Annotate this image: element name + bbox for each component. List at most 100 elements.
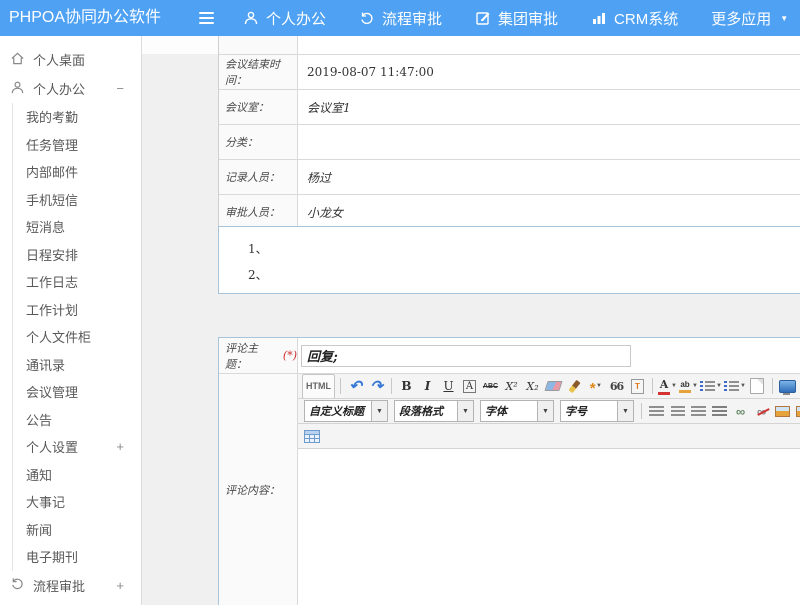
fullscreen-icon[interactable] — [778, 377, 797, 396]
strikethrough-button[interactable]: ABC — [481, 377, 500, 396]
hamburger-menu-icon[interactable] — [199, 12, 214, 24]
nav-label: 个人办公 — [266, 8, 326, 29]
html-source-button[interactable]: HTML — [302, 374, 335, 399]
font-color-button[interactable]: A▼ — [658, 377, 677, 396]
home-icon — [10, 51, 25, 69]
sidebar-item-label: 个人办公 — [33, 79, 85, 98]
nav-crm-system[interactable]: CRM系统 — [591, 8, 678, 29]
sidebar-item-task-management[interactable]: 任务管理 — [13, 131, 141, 159]
comment-subject-label: 评论主题： (*) — [219, 338, 298, 373]
sidebar-item-personal-desktop[interactable]: 个人桌面 — [0, 45, 141, 74]
sidebar-item-workflow-approval[interactable]: 流程审批 + — [0, 571, 141, 600]
align-right-icon[interactable] — [689, 402, 708, 421]
redo-icon[interactable] — [367, 377, 386, 396]
undo-icon[interactable] — [346, 377, 365, 396]
nav-label: CRM系统 — [614, 8, 678, 29]
expand-toggle[interactable]: + — [116, 439, 141, 454]
field-value: 杨过 — [298, 160, 800, 194]
sidebar-item-contacts[interactable]: 通讯录 — [13, 351, 141, 379]
user-icon — [10, 80, 25, 98]
sidebar-item-news[interactable]: 新闻 — [13, 516, 141, 544]
app-window: PHPOA协同办公软件 个人办公 流程审批 — [0, 0, 800, 605]
justify-icon[interactable] — [710, 402, 729, 421]
sidebar-item-announcement[interactable]: 公告 — [13, 406, 141, 434]
comment-subject-input[interactable] — [301, 345, 631, 367]
sidebar-item-work-log[interactable]: 工作日志 — [13, 268, 141, 296]
sidebar-subitems: 我的考勤 任务管理 内部邮件 手机短信 短消息 日程安排 工作日志 工作计划 个… — [12, 103, 141, 571]
sidebar: 个人桌面 个人办公 − 我的考勤 任务管理 内部邮件 手机短信 短消息 日程安排… — [0, 36, 142, 605]
table-row-recorder: 记录人员： 杨过 — [219, 160, 800, 195]
sidebar-item-personal-office[interactable]: 个人办公 − — [0, 74, 141, 103]
link-icon[interactable]: ∞ — [731, 402, 750, 421]
sidebar-item-label: 日程安排 — [26, 245, 78, 264]
font-box-button[interactable]: A — [460, 377, 479, 396]
sidebar-item-internal-mail[interactable]: 内部邮件 — [13, 158, 141, 186]
image-icon[interactable] — [773, 402, 792, 421]
sidebar-item-label: 工作计划 — [26, 300, 78, 319]
nav-label: 流程审批 — [382, 8, 442, 29]
wand-icon[interactable]: *▼ — [586, 377, 605, 396]
collapse-toggle[interactable]: − — [116, 81, 141, 96]
top-navigation: 个人办公 流程审批 集团审批 — [243, 0, 788, 36]
blockquote-button[interactable]: 66 — [607, 377, 626, 396]
sidebar-item-short-message[interactable]: 短消息 — [13, 213, 141, 241]
comment-content-label: 评论内容： — [219, 374, 298, 605]
paragraph-format-select[interactable]: 段落格式▼ — [394, 400, 474, 422]
nav-group-approval[interactable]: 集团审批 — [475, 8, 558, 29]
sidebar-item-memorabilia[interactable]: 大事记 — [13, 488, 141, 516]
font-size-select[interactable]: 字号▼ — [560, 400, 634, 422]
field-label: 审批人员： — [219, 195, 298, 229]
sidebar-item-personal-settings[interactable]: 个人设置 + — [13, 433, 141, 461]
editor-content-area[interactable] — [298, 449, 800, 605]
expand-toggle[interactable]: + — [116, 578, 141, 593]
sidebar-item-label: 新闻 — [26, 520, 52, 539]
chevron-down-icon: ▼ — [617, 401, 633, 421]
table-icon[interactable] — [302, 427, 321, 446]
field-value: 小龙女 — [298, 195, 800, 229]
subscript-button[interactable]: X₂ — [523, 377, 542, 396]
comment-table: 评论主题： (*) 评论内容： HTML B I U A — [218, 337, 800, 605]
sidebar-item-work-plan[interactable]: 工作计划 — [13, 296, 141, 324]
sidebar-item-personal-files[interactable]: 个人文件柜 — [13, 323, 141, 351]
italic-button[interactable]: I — [418, 377, 437, 396]
bold-button[interactable]: B — [397, 377, 416, 396]
table-row-approver: 审批人员： 小龙女 — [219, 195, 800, 230]
sidebar-item-label: 个人设置 — [26, 437, 78, 456]
unordered-list-icon[interactable]: ▼ — [724, 377, 746, 396]
superscript-button[interactable]: X² — [502, 377, 521, 396]
paste-as-text-icon[interactable]: T — [628, 377, 647, 396]
field-value: 会议室1 — [298, 90, 800, 124]
align-center-icon[interactable] — [668, 402, 687, 421]
highlight-color-button[interactable]: ab▼ — [679, 377, 698, 396]
sidebar-item-meeting-management[interactable]: 会议管理 — [13, 378, 141, 406]
ordered-list-icon[interactable]: ▼ — [700, 377, 722, 396]
field-value — [298, 125, 800, 159]
rich-text-editor: HTML B I U A ABC X² X₂ *▼ 66 T — [298, 374, 800, 605]
unlink-icon[interactable]: ∞ — [752, 402, 771, 421]
sidebar-item-notice[interactable]: 通知 — [13, 461, 141, 489]
nav-personal-office[interactable]: 个人办公 — [243, 8, 326, 29]
underline-button[interactable]: U — [439, 377, 458, 396]
editor-toolbar-row3 — [298, 424, 800, 449]
align-left-icon[interactable] — [647, 402, 666, 421]
brush-icon[interactable] — [565, 377, 584, 396]
nav-workflow-approval[interactable]: 流程审批 — [359, 8, 442, 29]
sidebar-item-mobile-sms[interactable]: 手机短信 — [13, 186, 141, 214]
sidebar-item-label: 电子期刊 — [26, 547, 78, 566]
eraser-icon[interactable] — [544, 377, 563, 396]
picture-add-icon[interactable] — [794, 402, 800, 421]
sidebar-item-label: 大事记 — [26, 492, 65, 511]
edit-icon — [475, 10, 491, 26]
font-family-select[interactable]: 字体▼ — [480, 400, 554, 422]
app-logo: PHPOA协同办公软件 — [9, 0, 161, 36]
sidebar-item-label: 个人桌面 — [33, 50, 85, 69]
sidebar-item-my-attendance[interactable]: 我的考勤 — [13, 103, 141, 131]
sidebar-item-label: 内部邮件 — [26, 162, 78, 181]
heading-select[interactable]: 自定义标题▼ — [304, 400, 388, 422]
table-row-end-time: 会议结束时间： 2019-08-07 11:47:00 — [219, 55, 800, 90]
flow-icon — [359, 10, 375, 26]
nav-more-apps[interactable]: 更多应用 ▼ — [711, 8, 788, 29]
new-page-icon[interactable] — [748, 377, 767, 396]
sidebar-item-e-journal[interactable]: 电子期刊 — [13, 543, 141, 571]
sidebar-item-schedule[interactable]: 日程安排 — [13, 241, 141, 269]
